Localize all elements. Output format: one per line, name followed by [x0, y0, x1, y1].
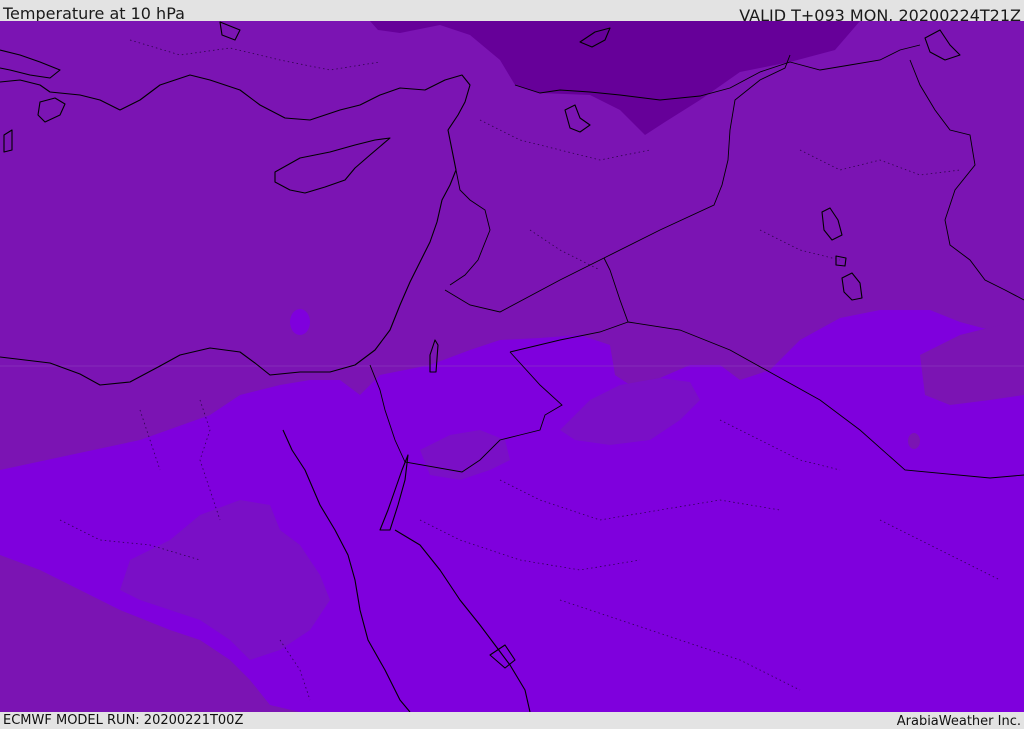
map-canvas	[0, 21, 1024, 712]
footer-bar: ECMWF MODEL RUN: 20200221T00Z ArabiaWeat…	[0, 712, 1024, 729]
band-dark-spot	[908, 433, 920, 449]
band-light-spot	[290, 309, 310, 335]
model-run-label: ECMWF MODEL RUN: 20200221T00Z	[3, 713, 244, 728]
weather-map[interactable]	[0, 21, 1024, 712]
credit-label: ArabiaWeather Inc.	[896, 714, 1021, 729]
header-bar: Temperature at 10 hPa VALID T+093 MON. 2…	[0, 0, 1024, 25]
